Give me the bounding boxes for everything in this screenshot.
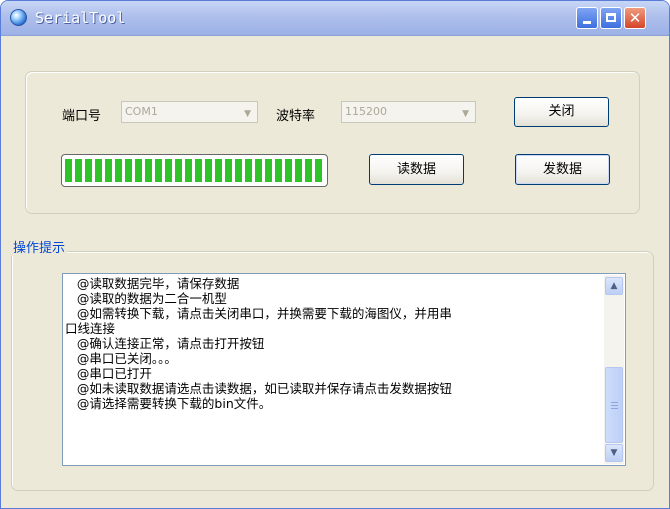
read-data-button[interactable]: 读数据 [369, 154, 464, 185]
scroll-down-button[interactable]: ▼ [605, 444, 623, 462]
chevron-down-icon: ▼ [610, 448, 618, 458]
app-globe-icon [10, 9, 27, 26]
log-line: 口线连接 [65, 321, 116, 336]
close-port-button[interactable]: 关闭 [514, 97, 609, 127]
log-textbox[interactable]: @读取数据完毕，请保存数据 @读取的数据为二合一机型 @如需转换下载，请点击关闭… [62, 273, 626, 466]
minimize-button[interactable] [576, 7, 598, 29]
close-icon: ✕ [628, 9, 642, 27]
log-line: @确认连接正常，请点击打开按钮 [65, 336, 265, 351]
chevron-down-icon: ▼ [462, 109, 469, 119]
log-line: @如需转换下载，请点击关闭串口，并换需要下载的海图仪，并用串 [65, 306, 452, 321]
scrollbar-thumb[interactable] [605, 367, 623, 443]
log-line: @请选择需要转换下载的bin文件。 [65, 396, 272, 411]
progress-bar [61, 154, 328, 187]
grip-line [611, 405, 618, 406]
chevron-down-icon: ▼ [244, 109, 251, 119]
maximize-icon [606, 13, 616, 22]
port-select-value: COM1 [125, 105, 158, 118]
log-line: @如未读取数据请选点击读数据，如已读取并保存请点击发数据按钮 [65, 381, 452, 396]
vertical-scrollbar[interactable]: ▲ ▼ [604, 275, 624, 464]
log-line: @串口已打开 [65, 366, 152, 381]
minimize-icon [583, 21, 591, 24]
title-bar[interactable]: SerialTool ✕ [1, 1, 669, 36]
baud-select-value: 115200 [345, 105, 387, 118]
scroll-up-button[interactable]: ▲ [605, 277, 623, 295]
grip-line [611, 402, 618, 403]
baud-label: 波特率 [276, 109, 316, 124]
log-line: @串口已关闭。。。 [65, 351, 177, 366]
serialtool-window: SerialTool ✕ 端口号 COM1 ▼ 波特率 115200 ▼ 关闭 … [0, 0, 670, 509]
window-title: SerialTool [35, 9, 126, 27]
baud-select[interactable]: 115200 ▼ [341, 101, 476, 123]
port-label: 端口号 [62, 109, 102, 124]
send-data-button[interactable]: 发数据 [515, 154, 610, 185]
tips-group-title: 操作提示 [11, 237, 68, 256]
close-window-button[interactable]: ✕ [624, 7, 646, 29]
log-content: @读取数据完毕，请保存数据 @读取的数据为二合一机型 @如需转换下载，请点击关闭… [65, 276, 603, 462]
progress-fill [65, 159, 324, 182]
settings-panel [25, 71, 640, 214]
chevron-up-icon: ▲ [610, 281, 618, 291]
log-line: @读取的数据为二合一机型 [65, 291, 227, 306]
log-line: @读取数据完毕，请保存数据 [65, 276, 240, 291]
grip-line [611, 408, 618, 409]
port-select[interactable]: COM1 ▼ [121, 101, 258, 123]
maximize-button[interactable] [600, 7, 622, 29]
